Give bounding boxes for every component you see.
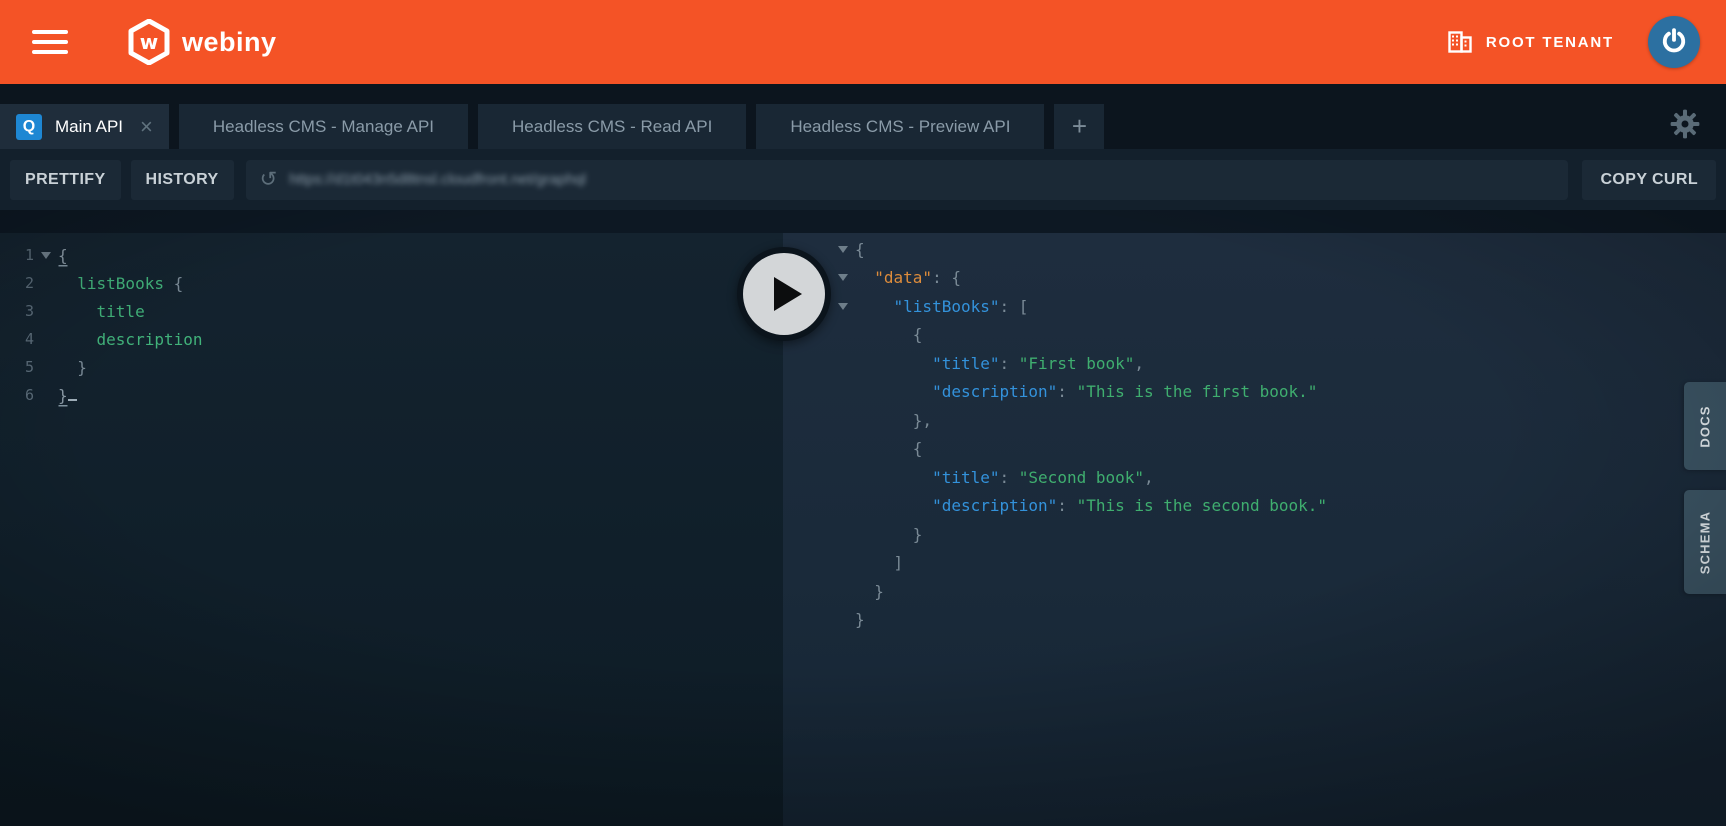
- code-line: {: [783, 321, 1726, 350]
- code-line[interactable]: 1{: [0, 241, 783, 269]
- tab-headless-cms-manage-api[interactable]: Headless CMS - Manage API: [179, 104, 468, 149]
- line-number: 4: [0, 330, 34, 348]
- code-text: description: [58, 330, 203, 349]
- fold-arrow-icon[interactable]: [831, 246, 855, 253]
- line-number: 1: [0, 246, 34, 264]
- close-icon[interactable]: ×: [140, 116, 153, 138]
- code-text: {: [855, 240, 865, 259]
- code-text: listBooks {: [58, 274, 183, 293]
- response-viewer: { "data": { "listBooks": [ { "title": "F…: [783, 233, 1726, 826]
- code-line: }: [783, 577, 1726, 606]
- reload-undo-icon[interactable]: ↺: [260, 169, 278, 190]
- app-header: w webiny ROOT TENANT: [0, 0, 1726, 84]
- brand-wordmark: webiny: [182, 27, 277, 58]
- schema-tab-label: SCHEMA: [1698, 510, 1713, 574]
- prettify-button[interactable]: PRETTIFY: [10, 160, 121, 200]
- code-line: {: [783, 435, 1726, 464]
- code-text: "description": "This is the second book.…: [855, 496, 1327, 515]
- graphiql-workspace: 1{2 listBooks {3 title4 description5 }6}…: [0, 210, 1726, 826]
- code-text: title: [58, 302, 145, 321]
- tab-headless-cms-read-api[interactable]: Headless CMS - Read API: [478, 104, 746, 149]
- code-text: "title": "First book",: [855, 354, 1144, 373]
- tenant-label: ROOT TENANT: [1486, 34, 1614, 51]
- code-text: }: [855, 525, 922, 544]
- fold-arrow-icon[interactable]: [831, 303, 855, 310]
- execute-query-button[interactable]: [737, 247, 831, 341]
- fold-arrow-icon[interactable]: [831, 274, 855, 281]
- add-tab-button[interactable]: +: [1054, 104, 1104, 149]
- settings-gear-icon[interactable]: [1670, 109, 1700, 139]
- code-text: ]: [855, 553, 903, 572]
- building-icon: [1448, 31, 1474, 53]
- code-text: }: [855, 610, 865, 629]
- docs-tab-label: DOCS: [1698, 405, 1713, 447]
- code-text: {: [855, 325, 922, 344]
- code-text: },: [855, 411, 932, 430]
- code-text: "listBooks": [: [855, 297, 1028, 316]
- code-text: }: [58, 358, 87, 377]
- code-line: "title": "Second book",: [783, 463, 1726, 492]
- power-icon: [1659, 27, 1689, 57]
- playground-toolbar: PRETTIFY HISTORY ↺ https://d1t043n5d8tns…: [0, 149, 1726, 210]
- code-line: "data": {: [783, 264, 1726, 293]
- code-line[interactable]: 6}: [0, 381, 783, 409]
- query-badge: Q: [16, 114, 42, 140]
- code-line: },: [783, 406, 1726, 435]
- code-text: }: [58, 386, 77, 405]
- schema-side-tab[interactable]: SCHEMA: [1684, 490, 1726, 594]
- webiny-hexagon-icon: w: [128, 19, 170, 65]
- code-text: }: [855, 582, 884, 601]
- code-text: {: [855, 439, 922, 458]
- code-line: "description": "This is the second book.…: [783, 492, 1726, 521]
- line-number: 2: [0, 274, 34, 292]
- code-line: }: [783, 520, 1726, 549]
- code-line: "title": "First book",: [783, 349, 1726, 378]
- endpoint-url-text: https://d1t043n5d8tnsl.cloudfront.net/gr…: [289, 171, 586, 188]
- webiny-logo[interactable]: w webiny: [128, 19, 277, 65]
- code-text: "description": "This is the first book.": [855, 382, 1317, 401]
- code-text: "data": {: [855, 268, 961, 287]
- code-line: "description": "This is the first book.": [783, 378, 1726, 407]
- line-number: 6: [0, 386, 34, 404]
- code-line[interactable]: 5 }: [0, 353, 783, 381]
- code-line[interactable]: 2 listBooks {: [0, 269, 783, 297]
- code-line: }: [783, 606, 1726, 635]
- query-editor[interactable]: 1{2 listBooks {3 title4 description5 }6}: [0, 233, 783, 826]
- code-line[interactable]: 3 title: [0, 297, 783, 325]
- endpoint-url-input[interactable]: ↺ https://d1t043n5d8tnsl.cloudfront.net/…: [246, 160, 1569, 200]
- tab-label: Main API: [55, 117, 123, 137]
- code-text: "title": "Second book",: [855, 468, 1154, 487]
- tab-headless-cms-preview-api[interactable]: Headless CMS - Preview API: [756, 104, 1044, 149]
- tenant-selector[interactable]: ROOT TENANT: [1448, 31, 1614, 53]
- code-line: {: [783, 235, 1726, 264]
- history-button[interactable]: HISTORY: [131, 160, 234, 200]
- tab-main-api[interactable]: Q Main API ×: [0, 104, 169, 149]
- docs-side-tab[interactable]: DOCS: [1684, 382, 1726, 470]
- fold-arrow-icon[interactable]: [34, 252, 58, 259]
- svg-text:w: w: [140, 30, 158, 54]
- menu-icon[interactable]: [32, 28, 68, 56]
- code-line: "listBooks": [: [783, 292, 1726, 321]
- code-line[interactable]: 4 description: [0, 325, 783, 353]
- line-number: 5: [0, 358, 34, 376]
- play-icon: [743, 253, 825, 335]
- copy-curl-button[interactable]: COPY CURL: [1582, 160, 1716, 200]
- user-avatar[interactable]: [1648, 16, 1700, 68]
- code-line: ]: [783, 549, 1726, 578]
- code-text: {: [58, 246, 68, 265]
- line-number: 3: [0, 302, 34, 320]
- api-tabbar: Q Main API × Headless CMS - Manage API H…: [0, 84, 1726, 149]
